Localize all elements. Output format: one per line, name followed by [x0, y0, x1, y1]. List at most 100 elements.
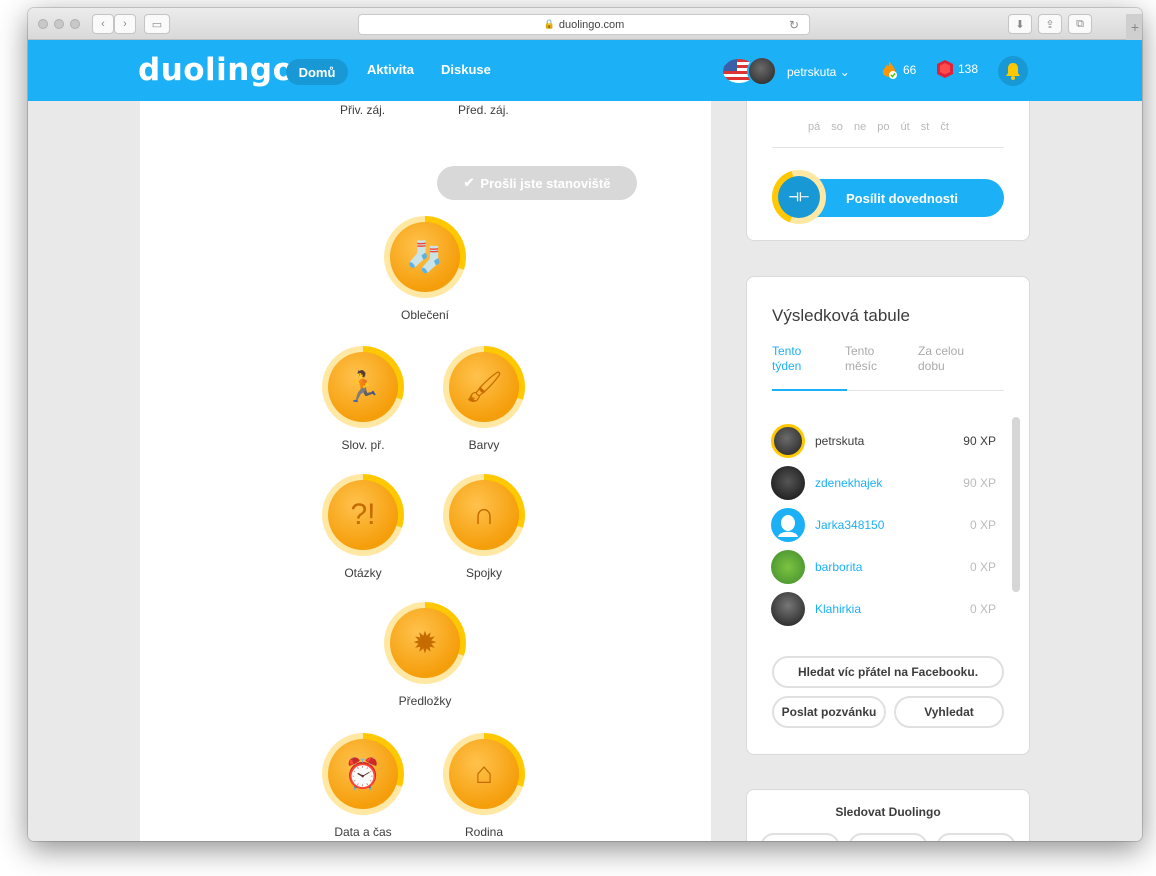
nav-discussion[interactable]: Diskuse — [441, 62, 491, 77]
chevron-left-icon: ‹ — [101, 18, 105, 30]
dumbbell-icon: ⊣⊢ — [778, 176, 820, 218]
search-friends-button[interactable]: Vyhledat — [894, 696, 1004, 728]
leaderboard-xp: 90 XP — [963, 434, 996, 448]
plus-icon: + — [1130, 19, 1140, 35]
skill-progress-ring: 🧦 — [384, 216, 466, 298]
skill-progress-ring: ⌂ — [443, 733, 525, 815]
sidebar-toggle-button[interactable]: ▭ — [144, 14, 170, 34]
twitter-follow-button[interactable]: 🐦 150k — [760, 833, 840, 841]
tab-label: týden — [772, 359, 802, 373]
skill-otazky[interactable]: ?! Otázky — [321, 474, 405, 580]
username-menu[interactable]: petrskuta ⌄ — [787, 65, 850, 79]
leaderboard-title: Výsledková tabule — [772, 306, 910, 325]
new-tab-button[interactable]: + — [1126, 14, 1142, 40]
divider — [772, 147, 1004, 148]
leaderboard-row[interactable]: barborita 0 XP — [771, 549, 996, 585]
page-content: Přiv. záj. Před. záj. ✔ Prošli jste stan… — [28, 101, 1142, 841]
twitter-icon: 🐦 — [777, 840, 792, 841]
forward-button[interactable]: › — [114, 14, 136, 34]
nav-home[interactable]: Domů — [286, 59, 348, 85]
downloads-button[interactable]: ⬇ — [1008, 14, 1032, 34]
tab-label: Tento — [772, 344, 802, 358]
user-avatar[interactable] — [747, 56, 777, 86]
username-label: petrskuta — [787, 65, 837, 79]
checkpoint-passed-button[interactable]: ✔ Prošli jste stanoviště — [437, 166, 637, 200]
twitter-count: 150k — [796, 840, 823, 841]
active-tab-indicator — [772, 389, 847, 391]
avatar — [771, 550, 805, 584]
skill-label: Data a čas — [334, 825, 392, 839]
lock-icon: 🔒 — [543, 19, 555, 29]
tabs-icon: ⧉ — [1076, 17, 1084, 30]
chevron-right-icon: › — [123, 18, 127, 30]
notifications-button[interactable] — [998, 56, 1028, 86]
duolingo-logo[interactable]: duolingo — [138, 52, 294, 88]
leaderboard-scrollbar[interactable] — [1012, 417, 1020, 592]
leaderboard-row[interactable]: Jarka348150 0 XP — [771, 507, 996, 543]
google-follow-button[interactable]: g+ 140k — [936, 833, 1016, 841]
skill-barvy[interactable]: 🖌 Barvy — [442, 346, 526, 452]
tab-this-week[interactable]: Tento týden — [772, 344, 801, 374]
skill-oblečení[interactable]: 🧦 Oblečení — [383, 216, 467, 322]
strengthen-skills-label: Posílit dovednosti — [846, 190, 958, 206]
share-button[interactable]: ⇪ — [1038, 14, 1062, 34]
leaderboard-row[interactable]: zdenekhajek 90 XP — [771, 465, 996, 501]
google-plus-icon: g+ — [953, 840, 967, 841]
skill-label: Slov. př. — [341, 438, 385, 452]
find-facebook-friends-button[interactable]: Hledat víc přátel na Facebooku. — [772, 656, 1004, 688]
tab-this-month[interactable]: Tento měsíc — [845, 344, 877, 374]
question-icon: ?! — [328, 480, 398, 550]
skill-progress-ring: ∩ — [443, 474, 525, 556]
avatar — [771, 466, 805, 500]
tab-all-time[interactable]: Za celou dobu — [918, 344, 964, 374]
send-invite-button[interactable]: Poslat pozvánku — [772, 696, 886, 728]
leaderboard-username: Jarka348150 — [815, 518, 885, 532]
skill-label: Oblečení — [400, 308, 450, 322]
skill-tree: Přiv. záj. Před. záj. ✔ Prošli jste stan… — [140, 101, 711, 841]
default-avatar-icon — [771, 508, 805, 542]
leaderboard-username: petrskuta — [815, 434, 865, 448]
chevron-down-icon: ⌄ — [839, 65, 850, 79]
address-bar[interactable]: 🔒 duolingo.com ↻ — [358, 14, 810, 35]
tab-label: Za celou — [918, 344, 965, 358]
close-window-button[interactable] — [38, 19, 48, 29]
paintbrush-icon: 🖌 — [449, 352, 519, 422]
gems-counter[interactable]: 138 — [936, 59, 978, 79]
skill-label-partial: Přiv. záj. — [340, 103, 386, 117]
skill-progress-ring: ✹ — [384, 602, 466, 684]
reload-icon[interactable]: ↻ — [789, 18, 799, 32]
gem-icon — [937, 60, 953, 78]
leaderboard-username: Klahirkia — [815, 602, 862, 616]
nav-activity[interactable]: Aktivita — [367, 62, 414, 77]
minimize-window-button[interactable] — [54, 19, 64, 29]
tab-label: dobu — [918, 359, 945, 373]
facebook-icon: f — [871, 840, 875, 841]
skill-label-partial: Před. záj. — [458, 103, 509, 117]
skill-progress-ring: ⏰ — [322, 733, 404, 815]
avatar — [771, 592, 805, 626]
streak-count: 66 — [903, 63, 917, 77]
facebook-follow-button[interactable]: f 700k — [848, 833, 928, 841]
zoom-window-button[interactable] — [70, 19, 80, 29]
flame-icon — [882, 61, 897, 79]
checkmark-icon: ✔ — [463, 175, 475, 190]
leaderboard-username: zdenekhajek — [815, 476, 883, 490]
skill-rodina[interactable]: ⌂ Rodina — [442, 733, 526, 839]
bell-icon — [1006, 63, 1020, 80]
share-icon: ⇪ — [1045, 18, 1055, 31]
skill-predlozky[interactable]: ✹ Předložky — [383, 602, 467, 708]
skill-data-a-cas[interactable]: ⏰ Data a čas — [321, 733, 405, 839]
skill-slov-pr[interactable]: 🏃 Slov. př. — [321, 346, 405, 452]
tabs-button[interactable]: ⧉ — [1068, 14, 1092, 34]
sidebar-icon: ▭ — [151, 18, 163, 31]
leaderboard-row[interactable]: Klahirkia 0 XP — [771, 591, 996, 627]
leaderboard-row[interactable]: petrskuta 90 XP — [771, 423, 996, 459]
facebook-count: 700k — [879, 840, 906, 841]
back-button[interactable]: ‹ — [92, 14, 114, 34]
skill-spojky[interactable]: ∩ Spojky — [442, 474, 526, 580]
streak-counter[interactable]: 66 — [878, 59, 916, 81]
skill-progress-ring: 🏃 — [322, 346, 404, 428]
running-icon: 🏃 — [328, 352, 398, 422]
skill-progress-ring: 🖌 — [443, 346, 525, 428]
skill-progress-ring: ?! — [322, 474, 404, 556]
